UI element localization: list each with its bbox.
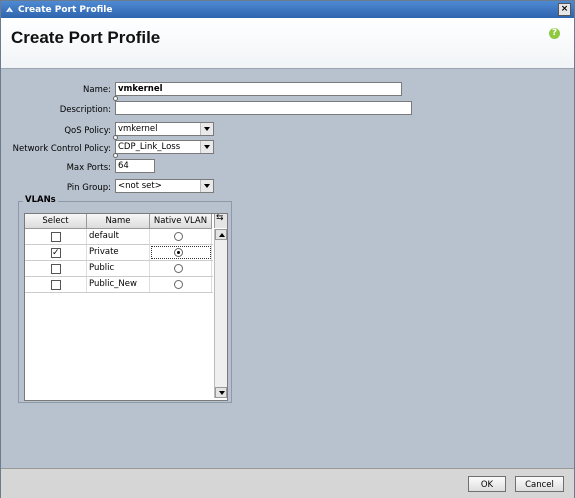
qos-policy-label: QoS Policy: — [64, 126, 111, 136]
pin-group-select[interactable]: <not set> — [115, 179, 214, 193]
help-icon[interactable]: ? — [549, 28, 560, 39]
column-header-name[interactable]: Name — [87, 214, 150, 228]
close-button[interactable]: × — [558, 3, 571, 16]
description-field[interactable] — [115, 101, 412, 115]
table-row[interactable]: default — [25, 229, 213, 245]
vlan-name: Private — [87, 245, 150, 260]
vlan-name: Public — [87, 261, 150, 276]
max-ports-field[interactable]: 64 — [115, 159, 155, 173]
page-title: Create Port Profile — [11, 28, 161, 47]
chevron-down-icon[interactable] — [200, 123, 213, 135]
dialog-footer: OK Cancel — [1, 468, 574, 498]
name-field[interactable]: vmkernel — [115, 82, 402, 96]
cancel-button[interactable]: Cancel — [515, 476, 564, 492]
scroll-up-arrow-icon[interactable] — [215, 229, 227, 240]
name-label: Name: — [83, 85, 111, 95]
app-icon — [5, 5, 14, 14]
window-title: Create Port Profile — [18, 4, 113, 15]
vlan-name: Public_New — [87, 277, 150, 292]
native-vlan-radio[interactable] — [174, 280, 183, 289]
ok-button[interactable]: OK — [468, 476, 506, 492]
chevron-down-icon[interactable] — [200, 141, 213, 153]
vertical-scrollbar[interactable] — [214, 229, 227, 398]
select-checkbox[interactable] — [51, 246, 61, 261]
dialog-header: Create Port Profile ? — [1, 18, 574, 69]
column-header-native-vlan[interactable]: Native VLAN — [150, 214, 212, 228]
native-vlan-radio[interactable] — [174, 232, 183, 241]
pin-group-value: <not set> — [118, 181, 162, 191]
table-row[interactable]: Public_New — [25, 277, 213, 293]
max-ports-label: Max Ports: — [66, 163, 111, 173]
network-control-policy-label: Network Control Policy: — [12, 144, 111, 154]
title-bar: Create Port Profile × — [1, 1, 574, 18]
table-row[interactable]: Private — [25, 245, 213, 261]
description-label: Description: — [59, 105, 111, 115]
chevron-down-icon[interactable] — [200, 180, 213, 192]
vlans-table: Select Name Native VLAN default Private … — [24, 213, 228, 401]
vlan-name: default — [87, 229, 150, 244]
select-checkbox[interactable] — [51, 232, 61, 242]
select-checkbox[interactable] — [51, 280, 61, 290]
pin-group-label: Pin Group: — [66, 183, 111, 193]
native-vlan-radio[interactable] — [174, 264, 183, 273]
table-header: Select Name Native VLAN — [25, 214, 212, 229]
dialog-window: Create Port Profile × Create Port Profil… — [0, 0, 575, 498]
network-control-policy-value: CDP_Link_Loss — [118, 142, 181, 152]
native-vlan-radio[interactable] — [174, 248, 183, 257]
column-config-icon[interactable] — [214, 213, 227, 228]
ncp-field-marker — [113, 153, 118, 158]
qos-policy-select[interactable]: vmkernel — [115, 122, 214, 136]
scroll-down-arrow-icon[interactable] — [215, 387, 227, 398]
select-checkbox[interactable] — [51, 264, 61, 274]
qos-policy-value: vmkernel — [118, 124, 158, 134]
network-control-policy-select[interactable]: CDP_Link_Loss — [115, 140, 214, 154]
table-row[interactable]: Public — [25, 261, 213, 277]
column-header-select[interactable]: Select — [25, 214, 87, 228]
vlans-legend: VLANs — [23, 195, 58, 205]
